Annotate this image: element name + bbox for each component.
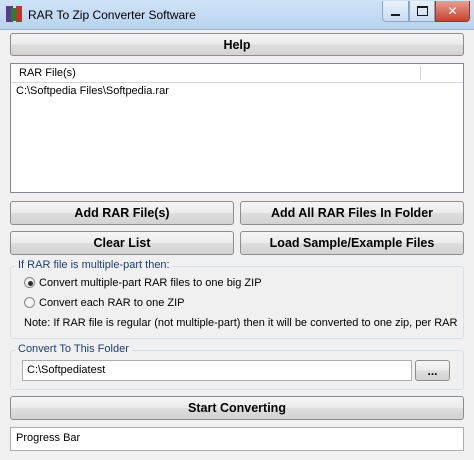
radio-label-each-rar-to-zip[interactable]: Convert each RAR to one ZIP	[39, 297, 185, 309]
list-item[interactable]: C:\Softpedia Files\Softpedia.rar	[16, 85, 169, 97]
clear-list-button[interactable]: Clear List	[10, 231, 234, 255]
close-button[interactable]: ✕	[435, 1, 470, 22]
app-icon	[6, 6, 22, 22]
list-header[interactable]: RAR File(s)	[11, 64, 463, 83]
radio-each-rar-to-zip[interactable]	[24, 297, 35, 308]
help-button[interactable]: Help	[10, 33, 464, 56]
progress-bar: Progress Bar	[10, 427, 464, 451]
add-rar-files-button[interactable]: Add RAR File(s)	[10, 201, 234, 225]
radio-one-big-zip[interactable]	[24, 277, 35, 288]
add-all-rar-in-folder-button[interactable]: Add All RAR Files In Folder	[240, 201, 464, 225]
multipart-group-label: If RAR file is multiple-part then:	[15, 259, 173, 271]
output-folder-input[interactable]: C:\Softpediatest	[22, 360, 412, 381]
output-folder-label: Convert To This Folder	[15, 343, 132, 355]
column-header-rar-files[interactable]: RAR File(s)	[19, 67, 76, 79]
window-title: RAR To Zip Converter Software	[28, 8, 196, 22]
rar-file-list[interactable]: RAR File(s) C:\Softpedia Files\Softpedia…	[10, 63, 464, 193]
minimize-icon	[391, 13, 400, 16]
column-separator[interactable]	[420, 66, 421, 80]
radio-label-one-big-zip[interactable]: Convert multiple-part RAR files to one b…	[39, 277, 262, 289]
maximize-button[interactable]	[409, 1, 435, 22]
maximize-icon	[416, 6, 428, 16]
multipart-note: Note: If RAR file is regular (not multip…	[24, 317, 458, 329]
minimize-button[interactable]	[382, 1, 409, 22]
browse-folder-button[interactable]: ...	[415, 360, 450, 381]
close-icon: ✕	[447, 4, 458, 18]
load-sample-files-button[interactable]: Load Sample/Example Files	[240, 231, 464, 255]
start-converting-button[interactable]: Start Converting	[10, 396, 464, 420]
